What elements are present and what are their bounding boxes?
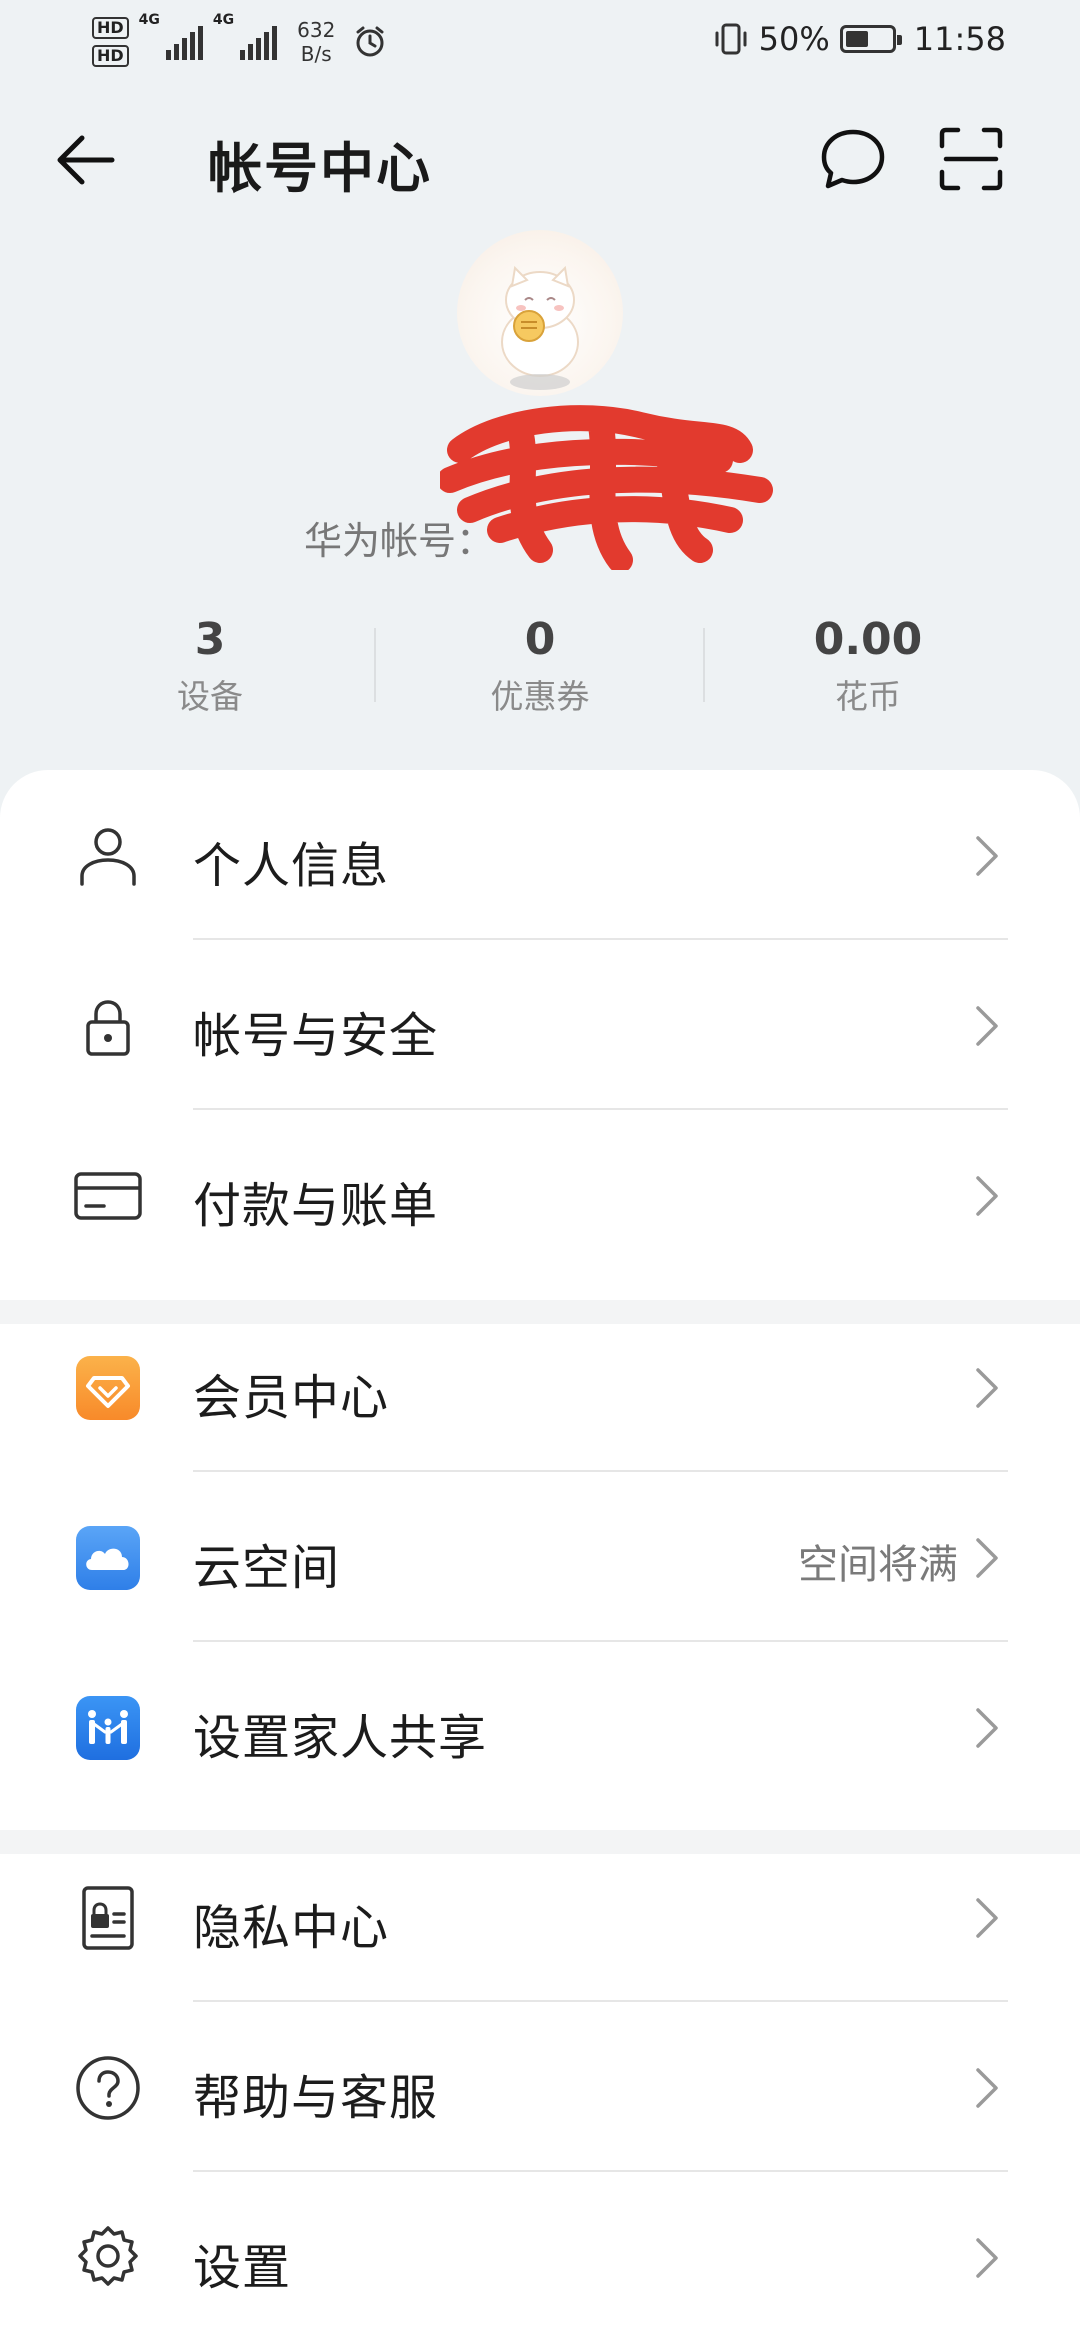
stat-devices-value: 3 <box>194 614 226 665</box>
menu-label-member-center: 会员中心 <box>193 1370 390 1426</box>
stat-coupons[interactable]: 0 优惠券 <box>375 612 705 718</box>
chevron-right-icon <box>976 1898 998 1938</box>
stat-coupons-label: 优惠券 <box>490 677 590 716</box>
chevron-right-icon <box>976 2238 998 2278</box>
message-icon[interactable] <box>818 124 888 194</box>
stat-devices-label: 设备 <box>177 677 243 716</box>
redaction-scribble <box>440 405 773 570</box>
chevron-right-icon <box>976 1538 998 1578</box>
cloud-space-status: 空间将满 <box>798 1542 958 1588</box>
cat-avatar-illustration <box>501 265 579 390</box>
battery-percent: 50% <box>758 20 830 58</box>
diamond-member-icon <box>76 1356 140 1420</box>
network-type-1: 4G <box>138 12 160 28</box>
menu-label-account-security: 帐号与安全 <box>193 1008 439 1064</box>
menu-label-payment-billing: 付款与账单 <box>193 1178 439 1234</box>
chevron-right-icon <box>976 1368 998 1408</box>
signal-icon-2 <box>240 24 278 60</box>
menu-item-family-sharing[interactable]: 设置家人共享 <box>0 1642 1080 1812</box>
chevron-right-icon <box>976 1006 998 1046</box>
privacy-icon <box>82 1886 134 1950</box>
chevron-right-icon <box>976 836 998 876</box>
network-speed-unit: B/s <box>300 42 332 66</box>
menu-item-cloud-space[interactable]: 云空间 空间将满 <box>0 1472 1080 1642</box>
page-title: 帐号中心 <box>208 137 432 200</box>
gear-icon <box>78 2226 138 2286</box>
network-speed-value: 632 <box>297 18 336 42</box>
hd-badge-2: HD <box>92 45 129 67</box>
family-icon <box>76 1696 140 1760</box>
menu-item-payment-billing[interactable]: 付款与账单 <box>0 1110 1080 1280</box>
chevron-right-icon <box>976 1708 998 1748</box>
cloud-icon <box>76 1526 140 1590</box>
vibrate-icon <box>715 23 747 55</box>
help-icon <box>76 2056 140 2120</box>
menu-label-cloud-space: 云空间 <box>193 1540 341 1596</box>
hd-badge-1: HD <box>92 17 129 39</box>
menu-item-settings[interactable]: 设置 <box>0 2172 1080 2340</box>
stat-coins-label: 花币 <box>835 677 901 716</box>
menu-label-family-sharing: 设置家人共享 <box>193 1710 488 1766</box>
stats-row: 3 设备 0 优惠券 0.00 花币 <box>0 612 1080 724</box>
back-arrow-icon[interactable] <box>52 128 120 192</box>
menu-label-help-service: 帮助与客服 <box>193 2070 439 2126</box>
status-bar: HD HD 4G 4G 632 B/s 50% 11:58 <box>0 0 1080 84</box>
menu-item-privacy-center[interactable]: 隐私中心 <box>0 1832 1080 2002</box>
alarm-icon <box>356 26 384 57</box>
battery-icon <box>839 25 902 53</box>
stat-devices[interactable]: 3 设备 <box>45 612 375 718</box>
network-type-2: 4G <box>212 12 235 28</box>
credit-card-icon <box>74 1172 142 1220</box>
stat-coupons-value: 0 <box>524 614 556 665</box>
stat-coins-value: 0.00 <box>813 614 923 665</box>
scan-icon[interactable] <box>936 124 1006 194</box>
menu-label-personal-info: 个人信息 <box>193 838 390 894</box>
menu-label-settings: 设置 <box>193 2240 292 2296</box>
network-speed: 632 B/s <box>297 18 335 66</box>
menu-sheet: 个人信息 帐号与安全 付款与账单 会员中心 云空间 空间将满 设置家人共享 隐私… <box>0 770 1080 2340</box>
menu-item-member-center[interactable]: 会员中心 <box>0 1302 1080 1472</box>
menu-item-account-security[interactable]: 帐号与安全 <box>0 940 1080 1110</box>
lock-icon <box>86 1000 130 1056</box>
person-icon <box>80 828 136 886</box>
stat-coins[interactable]: 0.00 花币 <box>703 612 1033 718</box>
avatar[interactable] <box>457 230 623 396</box>
chevron-right-icon <box>976 1176 998 1216</box>
clock: 11:58 <box>913 20 1006 58</box>
app-header: 帐号中心 <box>0 110 1080 210</box>
menu-item-help-service[interactable]: 帮助与客服 <box>0 2002 1080 2172</box>
menu-label-privacy-center: 隐私中心 <box>193 1900 390 1956</box>
menu-item-personal-info[interactable]: 个人信息 <box>0 770 1080 940</box>
signal-icon-1 <box>165 24 203 60</box>
chevron-right-icon <box>976 2068 998 2108</box>
